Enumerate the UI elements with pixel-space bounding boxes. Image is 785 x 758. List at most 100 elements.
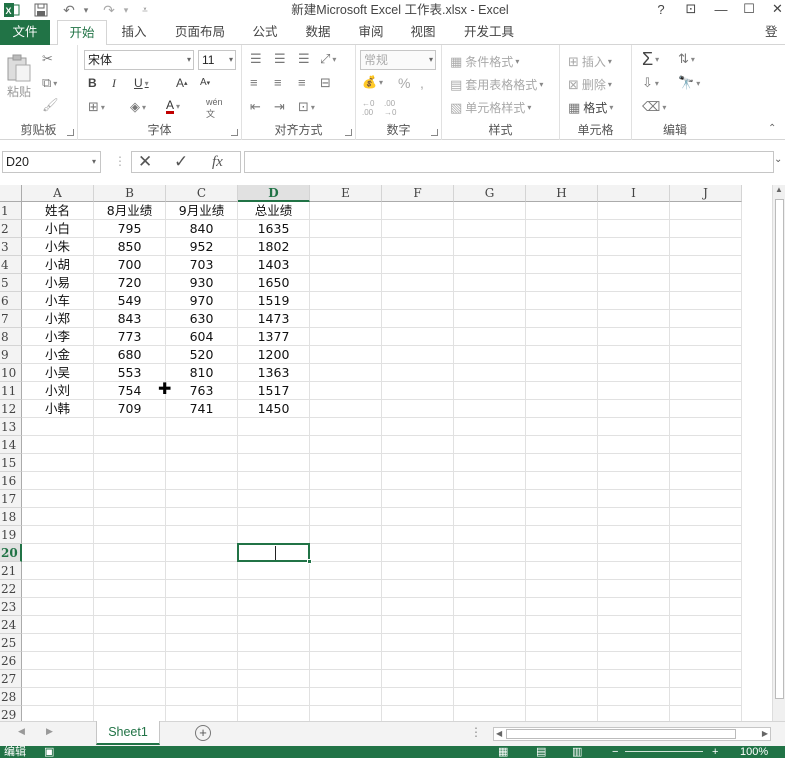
cell[interactable] [22, 688, 94, 706]
underline-button[interactable]: U ▾ [134, 76, 149, 90]
cell[interactable]: 小郑 [22, 310, 94, 328]
number-format-combo[interactable]: 常规 ▾ [360, 50, 436, 70]
cell[interactable] [670, 436, 742, 454]
row-header[interactable]: 5 [0, 274, 22, 292]
row-header[interactable]: 3 [0, 238, 22, 256]
cell[interactable] [94, 508, 166, 526]
cell[interactable]: 1635 [238, 220, 310, 238]
cell[interactable] [22, 670, 94, 688]
text-orientation-icon[interactable]: ⤢ ▾ [320, 51, 336, 67]
cell[interactable] [598, 580, 670, 598]
cell[interactable] [382, 544, 454, 562]
cell[interactable] [598, 328, 670, 346]
cell[interactable] [526, 490, 598, 508]
cell[interactable] [598, 292, 670, 310]
cell[interactable] [310, 400, 382, 418]
cell[interactable] [670, 490, 742, 508]
cell[interactable] [166, 652, 238, 670]
merge-center-icon[interactable]: ⊡ ▾ [298, 99, 315, 115]
cell[interactable] [94, 580, 166, 598]
row-header[interactable]: 25 [0, 634, 22, 652]
cell[interactable] [454, 202, 526, 220]
cell[interactable] [598, 400, 670, 418]
redo-icon[interactable]: ↷ [98, 1, 120, 19]
cell[interactable]: 604 [166, 328, 238, 346]
row-header[interactable]: 4 [0, 256, 22, 274]
column-header[interactable]: C [166, 185, 238, 202]
cell[interactable] [94, 418, 166, 436]
cell[interactable] [454, 454, 526, 472]
column-header[interactable]: A [22, 185, 94, 202]
cell[interactable] [382, 472, 454, 490]
cell[interactable] [238, 634, 310, 652]
decrease-font-icon[interactable]: A ▾ [200, 77, 210, 88]
cell[interactable] [382, 400, 454, 418]
bold-button[interactable]: B [88, 76, 97, 90]
cell[interactable] [526, 364, 598, 382]
tab-insert[interactable]: 插入 [111, 20, 157, 45]
cell[interactable] [94, 454, 166, 472]
select-all-button[interactable] [0, 185, 22, 202]
cell[interactable] [310, 688, 382, 706]
borders-icon[interactable]: ⊞ ▾ [88, 99, 105, 115]
cell[interactable] [598, 508, 670, 526]
cell[interactable] [310, 652, 382, 670]
cell[interactable] [598, 472, 670, 490]
cell[interactable] [94, 616, 166, 634]
cell[interactable]: 840 [166, 220, 238, 238]
cell[interactable] [94, 490, 166, 508]
cell[interactable] [598, 652, 670, 670]
cell[interactable]: 小白 [22, 220, 94, 238]
copy-icon[interactable]: ⧉ ▾ [42, 75, 57, 91]
cell[interactable] [382, 706, 454, 721]
cell[interactable]: 小刘 [22, 382, 94, 400]
decrease-decimal-icon[interactable]: .00 →0 [384, 99, 396, 117]
row-header[interactable]: 8 [0, 328, 22, 346]
cell[interactable] [454, 436, 526, 454]
cell[interactable]: 773 [94, 328, 166, 346]
row-header[interactable]: 29 [0, 706, 22, 721]
find-select-icon[interactable]: 🔭 ▾ [678, 75, 700, 91]
cell[interactable] [94, 670, 166, 688]
cell[interactable] [310, 346, 382, 364]
cell[interactable] [670, 202, 742, 220]
cell[interactable] [22, 634, 94, 652]
cell-styles-button[interactable]: ▧ 单元格样式 ▾ [450, 99, 531, 116]
column-header[interactable]: J [670, 185, 742, 202]
cell[interactable] [166, 616, 238, 634]
align-right-icon[interactable]: ≡ [298, 75, 306, 90]
cell[interactable] [598, 202, 670, 220]
cell[interactable] [22, 526, 94, 544]
prev-sheet-icon[interactable]: ◀ [18, 726, 25, 737]
row-header[interactable]: 27 [0, 670, 22, 688]
cell[interactable] [598, 688, 670, 706]
cell[interactable] [382, 238, 454, 256]
align-left-icon[interactable]: ≡ [250, 75, 258, 90]
scroll-right-icon[interactable]: ▶ [762, 729, 768, 738]
delete-cells-button[interactable]: ⊠ 删除 ▾ [568, 76, 612, 93]
cell[interactable] [598, 418, 670, 436]
row-header[interactable]: 23 [0, 598, 22, 616]
cell[interactable] [166, 544, 238, 562]
tab-file[interactable]: 文件 [0, 20, 50, 45]
cell[interactable] [454, 382, 526, 400]
cell[interactable] [22, 580, 94, 598]
cell[interactable] [454, 328, 526, 346]
save-icon[interactable] [30, 1, 52, 19]
sign-in-link[interactable]: 登录 [765, 20, 785, 45]
cell[interactable] [598, 706, 670, 721]
tab-data[interactable]: 数据 [295, 20, 341, 45]
cell[interactable] [166, 508, 238, 526]
cell[interactable] [526, 562, 598, 580]
cell[interactable] [22, 472, 94, 490]
cell[interactable] [22, 454, 94, 472]
italic-button[interactable]: I [112, 76, 116, 91]
cell[interactable]: 700 [94, 256, 166, 274]
cell[interactable] [310, 364, 382, 382]
cell[interactable] [598, 490, 670, 508]
cell[interactable] [670, 364, 742, 382]
row-header[interactable]: 10 [0, 364, 22, 382]
decrease-indent-icon[interactable]: ⇤ [250, 99, 261, 115]
cell[interactable]: 549 [94, 292, 166, 310]
phonetic-icon[interactable]: wén 文 [206, 97, 223, 120]
